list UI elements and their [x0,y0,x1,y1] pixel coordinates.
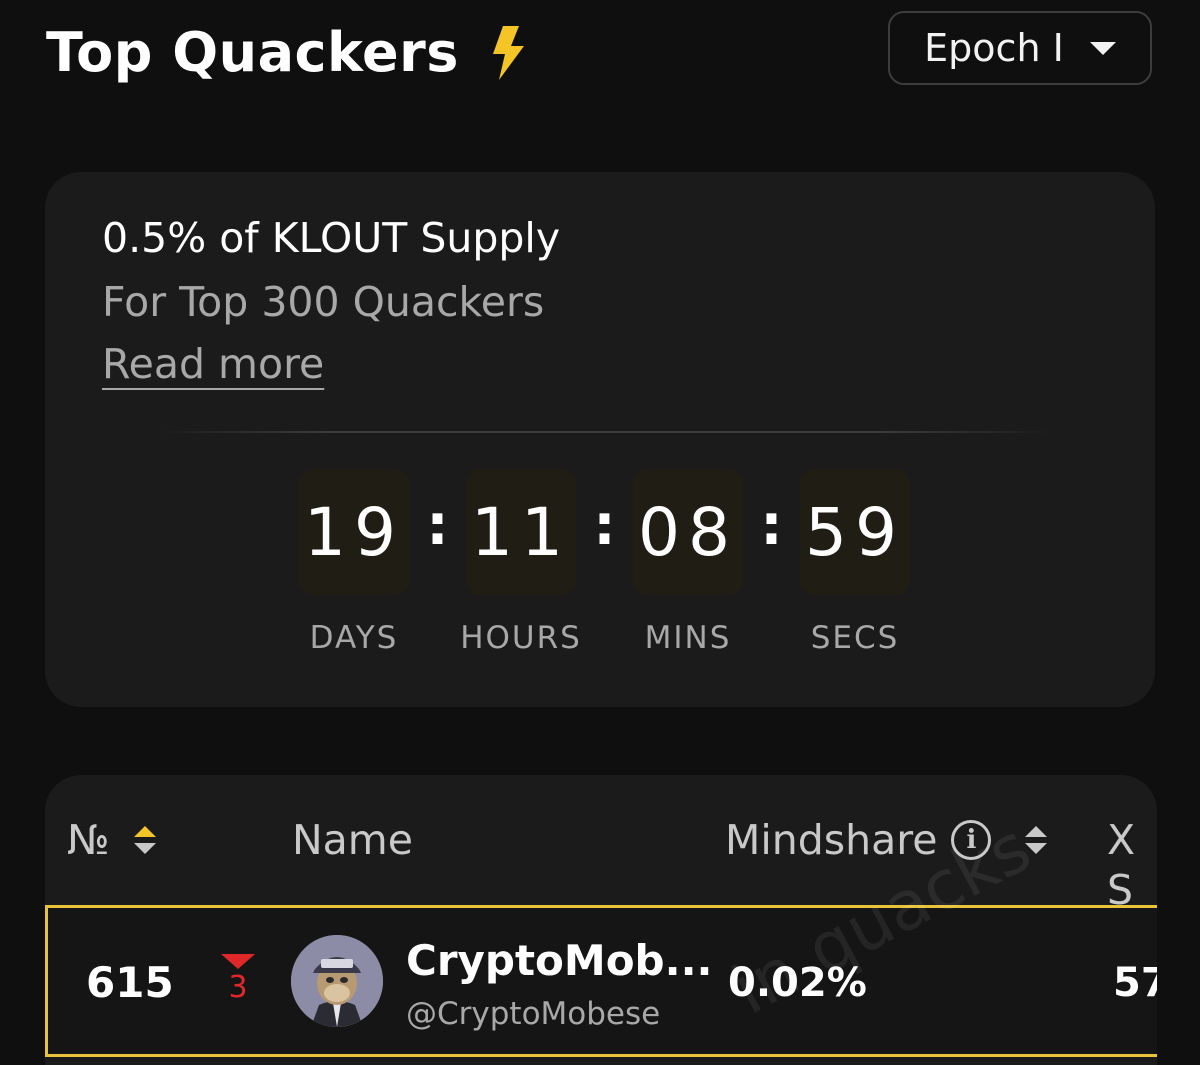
countdown-mins: 08 [633,469,743,595]
ape-avatar-icon [291,935,383,1027]
rank-change-value: 3 [228,970,248,1005]
countdown-label-mins: MINS [644,620,732,656]
countdown-label-days: DAYS [309,620,399,656]
epoch-dropdown[interactable]: Epoch I [888,11,1152,85]
countdown-separator: : [426,492,449,558]
countdown-labels: DAYS HOURS MINS SECS [45,620,1155,660]
leaderboard-page: Top Quackers Epoch I 0.5% of KLOUT Suppl… [0,0,1200,1065]
page-title-text: Top Quackers [46,21,459,84]
table-row[interactable]: 615 3 CryptoMob... @CryptoMobese 0.02% 5… [45,905,1157,1057]
countdown-secs: 59 [800,469,910,595]
user-display-name[interactable]: CryptoMob... [406,936,713,985]
reward-subtitle: For Top 300 Quackers [102,278,545,326]
countdown-timer: 19 : 11 : 08 : 59 [299,468,910,596]
column-header-mindshare-label: Mindshare [725,816,938,864]
avatar[interactable] [291,935,383,1027]
rank-change: 3 [218,954,258,1005]
page-title: Top Quackers [46,18,527,88]
sort-icon[interactable] [133,826,156,854]
countdown-label-hours: HOURS [460,620,582,656]
column-header-rank-label: № [67,816,110,864]
epoch-dropdown-label: Epoch I [924,26,1064,70]
row-x-score: 57 [1113,960,1157,1006]
countdown-days: 19 [299,469,409,595]
rank-down-icon [221,954,255,969]
countdown-separator: : [760,492,783,558]
lightning-bolt-icon [492,26,524,80]
sort-icon[interactable] [1025,826,1048,854]
column-header-x-score[interactable]: X S [1107,815,1157,915]
column-header-rank[interactable]: № [67,815,156,865]
read-more-link[interactable]: Read more [102,340,324,388]
column-header-name: Name [292,816,413,864]
countdown-separator: : [593,492,616,558]
countdown-label-secs: SECS [810,620,900,656]
reward-title: 0.5% of KLOUT Supply [102,214,561,262]
row-rank: 615 [86,958,174,1007]
countdown-hours: 11 [466,469,576,595]
caret-down-icon [1089,41,1116,55]
user-handle: @CryptoMobese [406,996,661,1032]
divider [155,431,1055,433]
reward-card: 0.5% of KLOUT Supply For Top 300 Quacker… [45,172,1155,707]
